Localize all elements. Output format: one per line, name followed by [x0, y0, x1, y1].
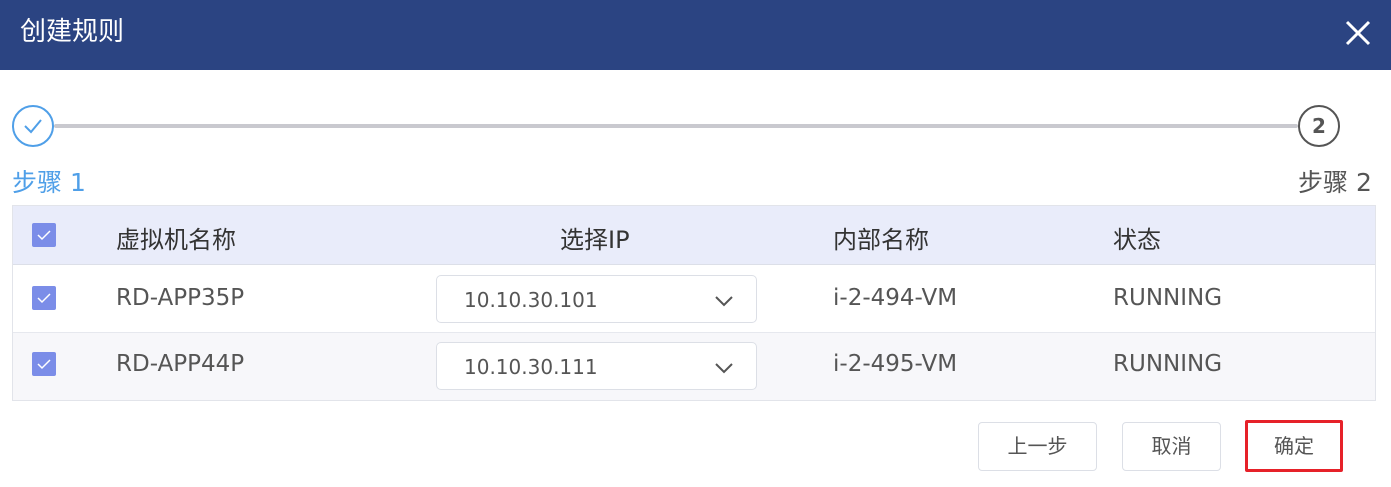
- vm-name-cell: RD-APP44P: [116, 351, 245, 377]
- step-1-check-icon: [12, 105, 54, 147]
- chevron-down-icon: [713, 290, 735, 312]
- table-row: RD-APP44P 10.10.30.111 i-2-495-VM RUNNIN…: [13, 333, 1375, 400]
- internal-name-cell: i-2-495-VM: [833, 351, 958, 377]
- vm-name-cell: RD-APP35P: [116, 285, 245, 311]
- step-progress-line: [54, 124, 1298, 128]
- header-vm-name: 虚拟机名称: [116, 226, 236, 254]
- table-header: 虚拟机名称 选择IP 内部名称 状态: [13, 206, 1375, 265]
- status-cell: RUNNING: [1113, 285, 1223, 311]
- ip-select[interactable]: 10.10.30.101: [436, 275, 757, 323]
- row-checkbox[interactable]: [32, 352, 56, 376]
- select-all-checkbox[interactable]: [32, 223, 56, 247]
- dialog-title: 创建规则: [20, 17, 125, 47]
- step-2-number: 2: [1312, 114, 1326, 138]
- row-checkbox[interactable]: [32, 286, 56, 310]
- ip-select-value: 10.10.30.101: [464, 288, 598, 312]
- ip-select[interactable]: 10.10.30.111: [436, 342, 757, 390]
- dialog-header: 创建规则: [0, 0, 1391, 70]
- table-row: RD-APP35P 10.10.30.101 i-2-494-VM RUNNIN…: [13, 266, 1375, 333]
- close-icon[interactable]: [1340, 15, 1376, 51]
- cancel-button[interactable]: 取消: [1122, 422, 1221, 471]
- prev-step-button[interactable]: 上一步: [978, 422, 1097, 471]
- header-status: 状态: [1113, 226, 1161, 254]
- step-2-label: 步骤 2: [1298, 168, 1372, 197]
- header-select-ip: 选择IP: [560, 226, 630, 254]
- internal-name-cell: i-2-494-VM: [833, 285, 958, 311]
- header-internal-name: 内部名称: [833, 226, 929, 254]
- status-cell: RUNNING: [1113, 351, 1223, 377]
- step-2-indicator: 2: [1298, 105, 1340, 147]
- chevron-down-icon: [713, 357, 735, 379]
- step-1-label: 步骤 1: [12, 168, 86, 197]
- confirm-button[interactable]: 确定: [1245, 420, 1343, 472]
- ip-select-value: 10.10.30.111: [464, 355, 598, 379]
- vm-table: 虚拟机名称 选择IP 内部名称 状态 RD-APP35P 10.10.30.10…: [12, 205, 1376, 401]
